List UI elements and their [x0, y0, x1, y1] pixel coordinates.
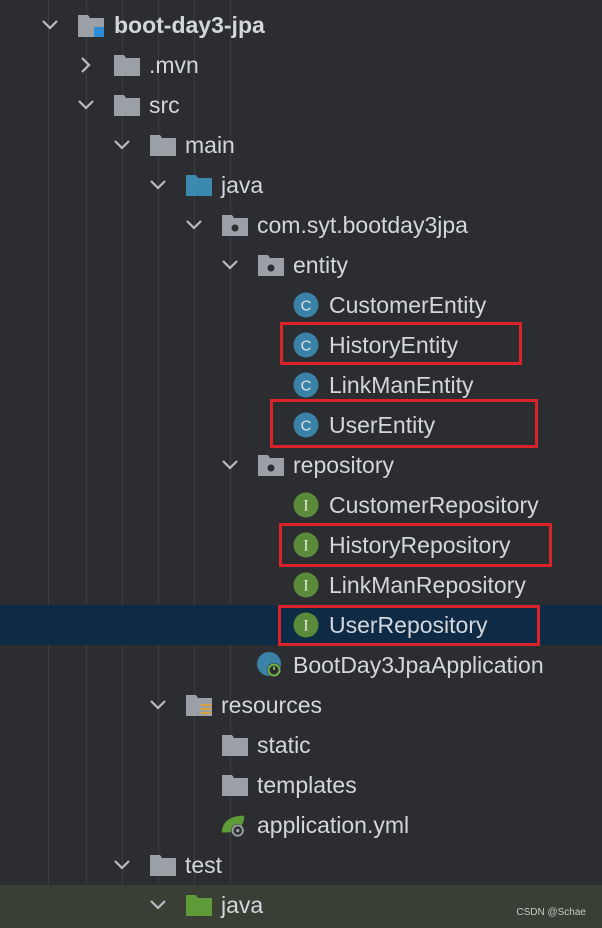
tree-node-linkman-entity[interactable]: C LinkManEntity	[0, 365, 602, 405]
package-icon	[257, 451, 285, 479]
chevron-down-icon[interactable]	[112, 125, 132, 165]
tree-node-customer-repository[interactable]: I CustomerRepository	[0, 485, 602, 525]
chevron-down-icon[interactable]	[184, 205, 204, 245]
chevron-down-icon[interactable]	[112, 845, 132, 885]
tree-node-application-yml[interactable]: application.yml	[0, 805, 602, 845]
tree-node-resources[interactable]: resources	[0, 685, 602, 725]
tree-label-customer-repository: CustomerRepository	[329, 492, 539, 518]
tree-node-user-entity[interactable]: C UserEntity	[0, 405, 602, 445]
interface-icon: I	[292, 571, 320, 599]
tree-label-test-java: java	[221, 892, 264, 918]
tree-label-java: java	[221, 172, 264, 198]
tree-label-src: src	[149, 92, 180, 118]
folder-icon	[149, 851, 177, 879]
tree-label-templates: templates	[257, 772, 357, 798]
resources-folder-icon	[185, 691, 213, 719]
tree-node-src[interactable]: src	[0, 85, 602, 125]
tree-node-history-repository[interactable]: I HistoryRepository	[0, 525, 602, 565]
tree-label-static: static	[257, 732, 311, 758]
interface-icon: I	[292, 531, 320, 559]
spring-config-icon	[220, 811, 248, 839]
chevron-down-icon[interactable]	[76, 85, 96, 125]
tree-label-user-entity: UserEntity	[329, 412, 436, 438]
package-icon	[257, 251, 285, 279]
tree-label-linkman-entity: LinkManEntity	[329, 372, 474, 398]
tree-node-mvn[interactable]: .mvn	[0, 45, 602, 85]
interface-icon-letter: I	[303, 578, 308, 595]
class-icon: C	[292, 371, 320, 399]
class-icon-letter: C	[301, 378, 312, 395]
tree-label-entity: entity	[293, 252, 348, 278]
folder-icon	[149, 131, 177, 159]
tree-label-root: boot-day3-jpa	[114, 12, 265, 38]
tree-node-package[interactable]: com.syt.bootday3jpa	[0, 205, 602, 245]
tree-node-application-class[interactable]: BootDay3JpaApplication	[0, 645, 602, 685]
chevron-down-icon[interactable]	[220, 445, 240, 485]
interface-icon: I	[292, 611, 320, 639]
project-tree-panel: boot-day3-jpa .mvn src main java com.syt…	[0, 0, 602, 928]
module-folder-icon	[77, 11, 105, 39]
tree-label-main: main	[185, 132, 235, 158]
test-folder-icon	[185, 891, 213, 919]
tree-label-history-entity: HistoryEntity	[329, 332, 459, 358]
package-icon	[221, 211, 249, 239]
tree-node-customer-entity[interactable]: C CustomerEntity	[0, 285, 602, 325]
tree-label-user-repository: UserRepository	[329, 612, 488, 638]
tree-label-history-repository: HistoryRepository	[329, 532, 511, 558]
interface-icon: I	[292, 491, 320, 519]
tree-label-application-yml: application.yml	[257, 812, 410, 838]
tree-label-application-class: BootDay3JpaApplication	[293, 652, 544, 678]
interface-icon-letter: I	[303, 538, 308, 555]
source-folder-icon	[185, 171, 213, 199]
chevron-down-icon[interactable]	[220, 245, 240, 285]
tree-node-test[interactable]: test	[0, 845, 602, 885]
chevron-right-icon[interactable]	[76, 45, 96, 85]
tree-node-java[interactable]: java	[0, 165, 602, 205]
class-icon-letter: C	[301, 338, 312, 355]
chevron-down-icon[interactable]	[148, 165, 168, 205]
tree-node-test-java[interactable]: java	[0, 885, 602, 928]
tree-label-package: com.syt.bootday3jpa	[257, 212, 468, 238]
folder-icon	[113, 91, 141, 119]
watermark: CSDN @Schae	[516, 907, 586, 918]
class-icon: C	[292, 291, 320, 319]
interface-icon-letter: I	[303, 498, 308, 515]
tree-node-repository[interactable]: repository	[0, 445, 602, 485]
tree-label-mvn: .mvn	[149, 52, 199, 78]
tree-node-root[interactable]: boot-day3-jpa	[0, 5, 602, 45]
folder-icon	[113, 51, 141, 79]
tree-node-history-entity[interactable]: C HistoryEntity	[0, 325, 602, 365]
chevron-down-icon[interactable]	[148, 885, 168, 925]
class-icon-letter: C	[301, 418, 312, 435]
interface-icon-letter: I	[303, 618, 308, 635]
tree-node-main[interactable]: main	[0, 125, 602, 165]
tree-node-linkman-repository[interactable]: I LinkManRepository	[0, 565, 602, 605]
tree-node-entity[interactable]: entity	[0, 245, 602, 285]
tree-node-static[interactable]: static	[0, 725, 602, 765]
chevron-down-icon[interactable]	[40, 5, 60, 45]
class-icon: C	[292, 331, 320, 359]
folder-icon	[221, 771, 249, 799]
class-icon-letter: C	[301, 298, 312, 315]
tree-node-user-repository[interactable]: I UserRepository	[0, 605, 602, 645]
chevron-down-icon[interactable]	[148, 685, 168, 725]
tree-label-repository: repository	[293, 452, 394, 478]
folder-icon	[221, 731, 249, 759]
tree-label-linkman-repository: LinkManRepository	[329, 572, 526, 598]
tree-label-customer-entity: CustomerEntity	[329, 292, 487, 318]
spring-boot-class-icon	[256, 651, 284, 679]
class-icon: C	[292, 411, 320, 439]
tree-node-templates[interactable]: templates	[0, 765, 602, 805]
tree-label-test: test	[185, 852, 223, 878]
tree-label-resources: resources	[221, 692, 322, 718]
